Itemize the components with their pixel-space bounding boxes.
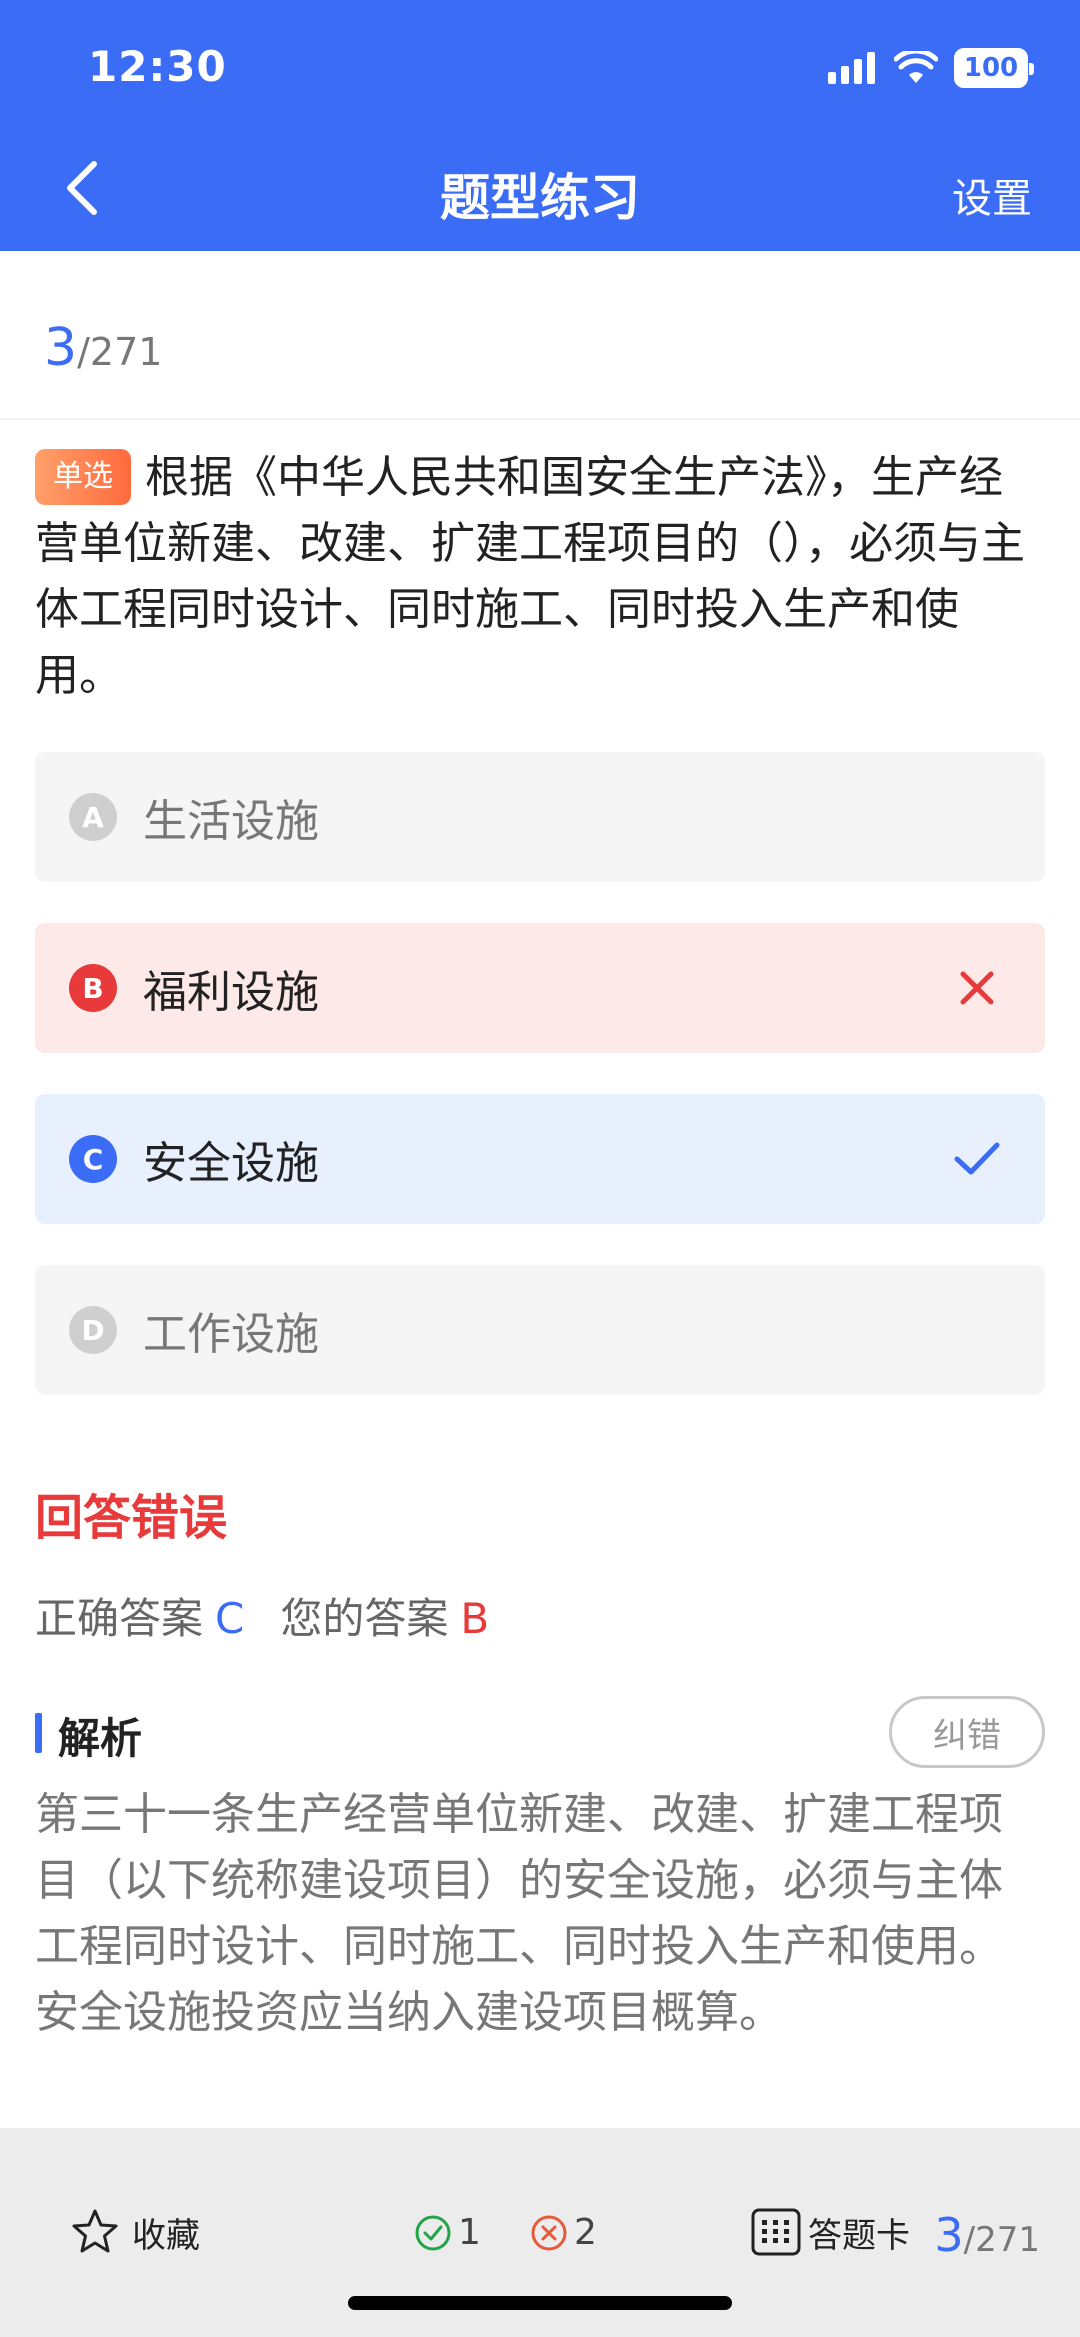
page-title: 题型练习	[440, 169, 640, 227]
wrong-count: 2	[530, 2212, 597, 2253]
bottom-progress-total: /271	[963, 2220, 1040, 2260]
option-letter: B	[69, 964, 117, 1012]
bottom-progress-current: 3	[934, 2208, 964, 2262]
wrong-cross-icon	[960, 971, 994, 1005]
answer-summary: 正确答案 C 您的答案 B	[35, 1585, 489, 1646]
favorite-label: 收藏	[132, 2215, 200, 2256]
favorite-button[interactable]: 收藏	[70, 2207, 200, 2257]
option-text: 福利设施	[143, 967, 319, 1018]
divider	[0, 418, 1080, 420]
check-icon	[954, 1142, 1000, 1175]
question-text: 根据《中华人民共和国安全生产法》，生产经营单位新建、改建、扩建工程项目的（），必…	[35, 452, 1025, 701]
bottom-progress: 3/271	[934, 2208, 1040, 2262]
option-text: 安全设施	[143, 1138, 319, 1189]
option-b[interactable]: B 福利设施	[35, 923, 1045, 1053]
question-progress: 3/271	[44, 318, 162, 378]
header: 12:30 100 题型练习 设置	[0, 0, 1080, 251]
correct-answer-label: 正确答案	[35, 1594, 204, 1643]
settings-button[interactable]: 设置	[952, 166, 1032, 224]
user-answer-value: B	[460, 1594, 490, 1643]
question-type-badge: 单选	[35, 449, 131, 505]
option-letter: A	[69, 793, 117, 841]
question-stem: 单选 根据《中华人民共和国安全生产法》，生产经营单位新建、改建、扩建工程项目的（）…	[35, 445, 1045, 709]
option-letter: C	[69, 1135, 117, 1183]
correct-answer-value: C	[215, 1594, 245, 1643]
home-indicator[interactable]	[348, 2296, 732, 2310]
wrong-count-value: 2	[574, 2212, 597, 2253]
correct-circle-icon	[415, 2215, 451, 2250]
option-text: 生活设施	[143, 796, 319, 847]
wrong-circle-icon	[531, 2215, 567, 2250]
correct-count-value: 1	[458, 2212, 481, 2253]
star-icon	[72, 2209, 118, 2253]
option-c[interactable]: C 安全设施	[35, 1094, 1045, 1224]
report-error-button[interactable]: 纠错	[889, 1696, 1045, 1768]
option-a[interactable]: A 生活设施	[35, 752, 1045, 882]
progress-current: 3	[44, 318, 78, 378]
option-letter: D	[69, 1306, 117, 1354]
status-icons: 100	[828, 46, 1034, 90]
status-time: 12:30	[88, 42, 227, 91]
analysis-text: 第三十一条生产经营单位新建、改建、扩建工程项目（以下统称建设项目）的安全设施，必…	[35, 1789, 1003, 2038]
battery-icon: 100	[954, 48, 1034, 88]
result-title: 回答错误	[35, 1490, 228, 1546]
screen: 12:30 100 题型练习 设置 3/271 单选 根据《中华人民共和国安全生…	[0, 0, 1080, 2337]
user-answer-label: 您的答案	[280, 1594, 449, 1643]
signal-icon	[828, 52, 875, 84]
progress-total: /271	[77, 330, 163, 374]
answer-card-button[interactable]: 答题卡	[750, 2207, 910, 2257]
option-d[interactable]: D 工作设施	[35, 1265, 1045, 1395]
analysis-accent-bar	[35, 1713, 42, 1753]
wifi-icon	[894, 51, 938, 83]
answer-card-label: 答题卡	[808, 2215, 910, 2256]
option-text: 工作设施	[143, 1309, 319, 1360]
correct-count: 1	[414, 2212, 481, 2253]
grid-icon	[751, 2208, 801, 2256]
analysis-title: 解析	[58, 1714, 143, 1763]
